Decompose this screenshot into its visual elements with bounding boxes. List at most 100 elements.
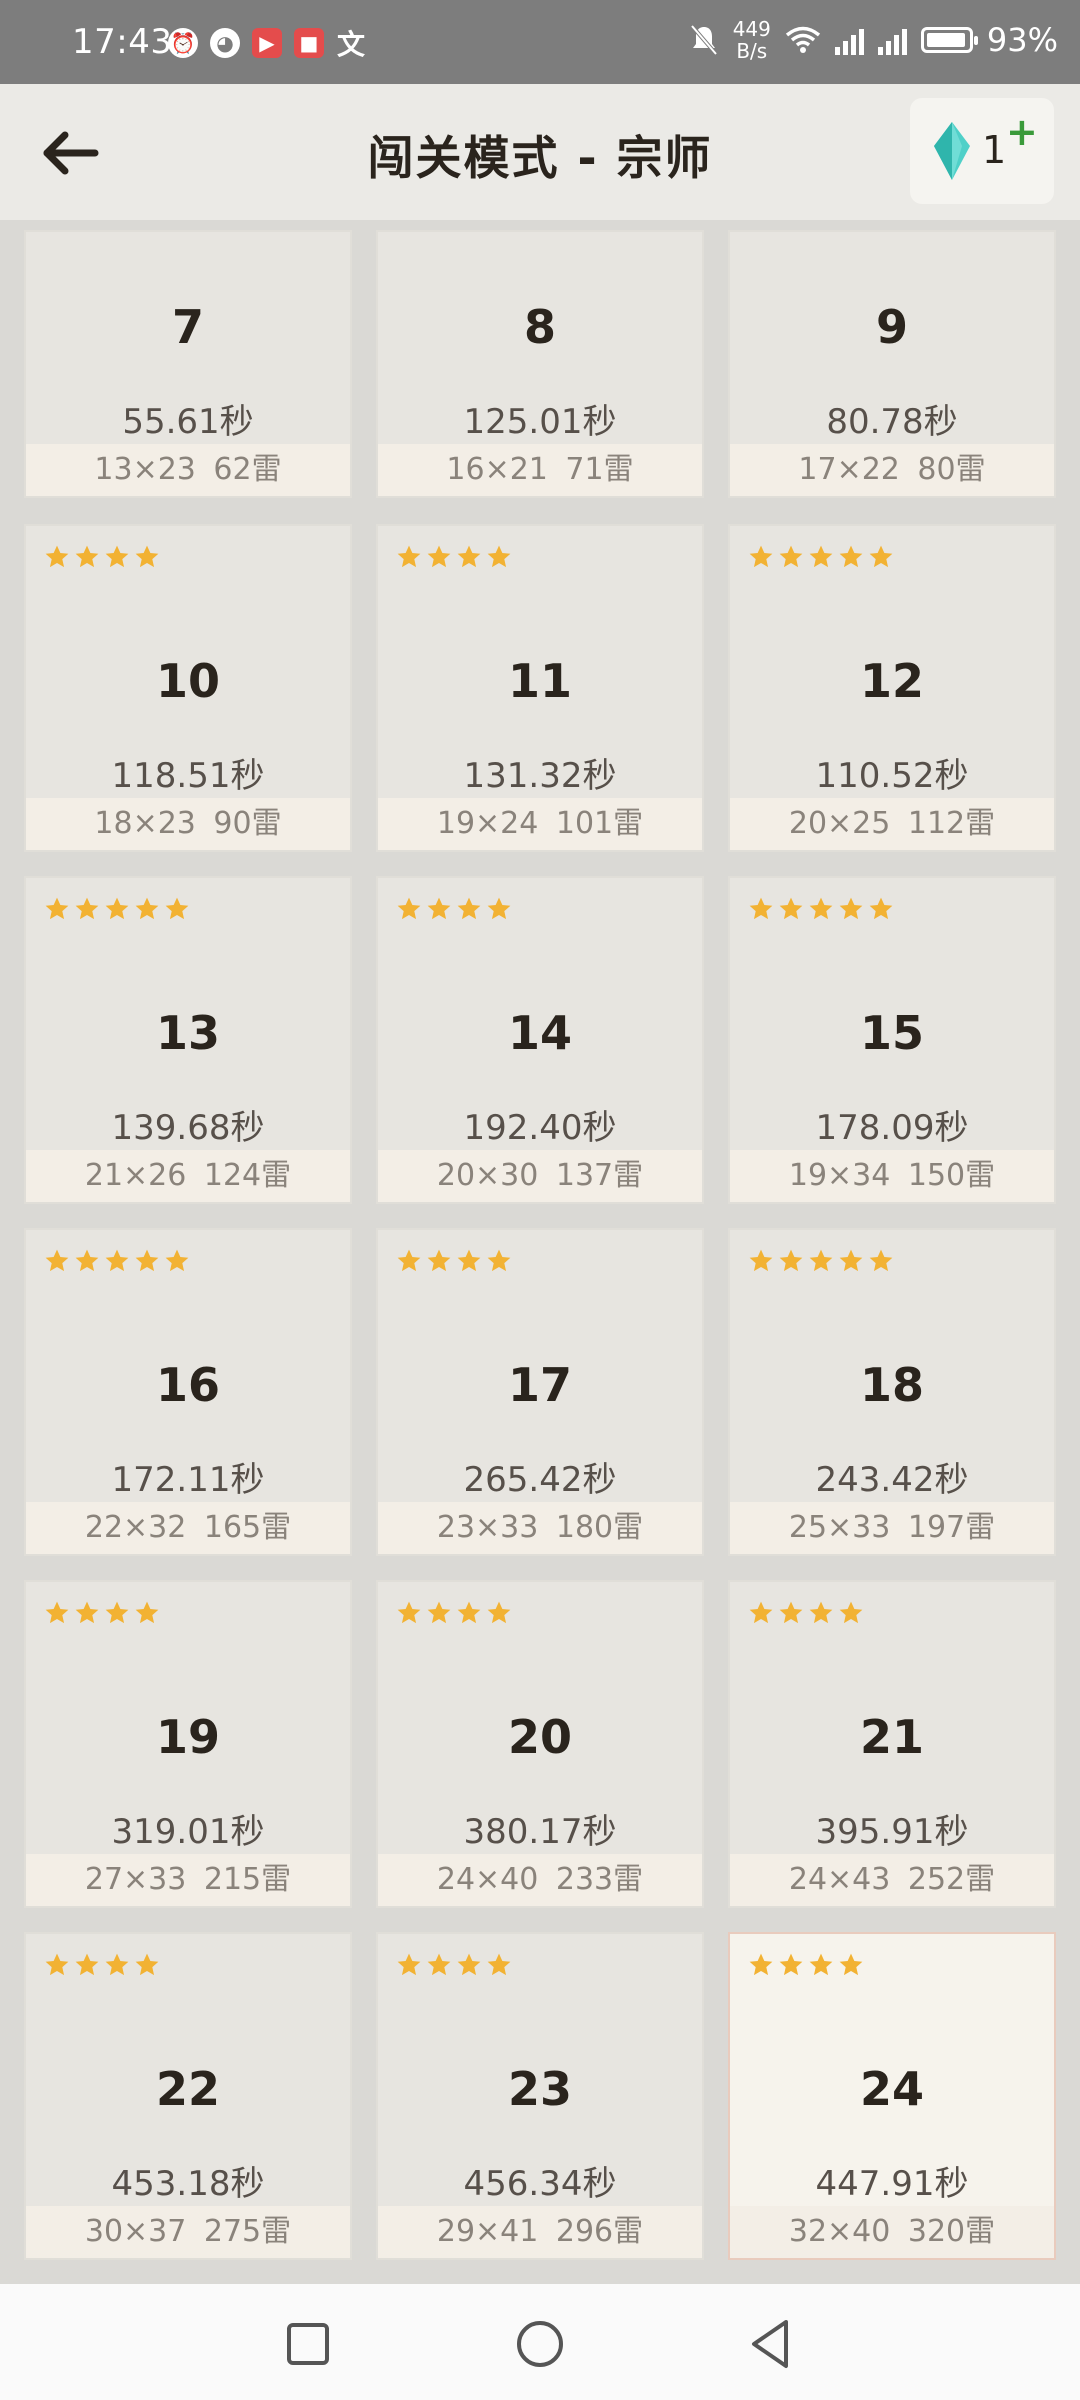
board-size-mines: 17×22 80雷 xyxy=(730,444,1054,496)
level-number: 9 xyxy=(875,300,908,354)
qq-icon: ◕ xyxy=(210,28,240,58)
level-card-8[interactable]: 8 125.01秒 16×21 71雷 xyxy=(376,230,704,498)
level-card-23[interactable]: 23 456.34秒 29×41 296雷 xyxy=(376,1932,704,2260)
board-size-mines: 25×33 197雷 xyxy=(730,1502,1054,1554)
home-circle-icon xyxy=(517,2321,563,2367)
best-time: 55.61秒 xyxy=(122,402,254,442)
signal-5g-icon xyxy=(877,25,907,55)
level-card-16[interactable]: 16 172.11秒 22×32 165雷 xyxy=(24,1228,352,1556)
best-time: 131.32秒 xyxy=(463,756,617,796)
star-icon xyxy=(427,1601,451,1624)
level-number: 14 xyxy=(507,1006,572,1060)
level-card-20[interactable]: 20 380.17秒 24×40 233雷 xyxy=(376,1580,704,1908)
star-icon xyxy=(749,1249,773,1272)
star-icon xyxy=(135,897,159,920)
star-icon xyxy=(45,1953,69,1976)
video-app-icon: ▶ xyxy=(252,28,282,58)
star-rating xyxy=(44,896,190,922)
best-time: 118.51秒 xyxy=(111,756,265,796)
star-icon xyxy=(457,545,481,568)
star-icon xyxy=(427,897,451,920)
board-size-mines: 22×32 165雷 xyxy=(26,1502,350,1554)
level-card-22[interactable]: 22 453.18秒 30×37 275雷 xyxy=(24,1932,352,2260)
board-size-mines: 20×30 137雷 xyxy=(378,1150,702,1202)
level-card-21[interactable]: 21 395.91秒 24×43 252雷 xyxy=(728,1580,1056,1908)
best-time: 80.78秒 xyxy=(826,402,958,442)
star-icon xyxy=(457,1601,481,1624)
star-icon xyxy=(75,1249,99,1272)
status-bar: 17:43 ⏰ ◕ ▶ ■ 文 449 B/s 93% xyxy=(0,0,1080,84)
board-size-mines: 32×40 320雷 xyxy=(730,2206,1054,2258)
star-icon xyxy=(45,1249,69,1272)
star-icon xyxy=(135,1953,159,1976)
gem-counter-button[interactable]: 1 + xyxy=(910,98,1054,204)
star-icon xyxy=(749,545,773,568)
level-card-15[interactable]: 15 178.09秒 19×34 150雷 xyxy=(728,876,1056,1204)
status-icons-right: 449 B/s 93% xyxy=(689,18,1058,62)
level-card-10[interactable]: 10 118.51秒 18×23 90雷 xyxy=(24,524,352,852)
star-icon xyxy=(749,1953,773,1976)
star-icon xyxy=(45,1601,69,1624)
star-icon xyxy=(779,1953,803,1976)
net-speed-value: 449 xyxy=(732,17,771,41)
board-size-mines: 24×40 233雷 xyxy=(378,1854,702,1906)
best-time: 243.42秒 xyxy=(815,1460,969,1500)
best-time: 380.17秒 xyxy=(463,1812,617,1852)
star-icon xyxy=(869,897,893,920)
level-number: 24 xyxy=(859,2062,924,2116)
star-icon xyxy=(839,1249,863,1272)
level-card-12[interactable]: 12 110.52秒 20×25 112雷 xyxy=(728,524,1056,852)
best-time: 395.91秒 xyxy=(815,1812,969,1852)
star-rating xyxy=(44,1600,160,1626)
best-time: 456.34秒 xyxy=(463,2164,617,2204)
star-icon xyxy=(75,1601,99,1624)
wifi-icon xyxy=(785,26,820,53)
system-nav-bar xyxy=(0,2284,1080,2400)
star-icon xyxy=(397,545,421,568)
star-icon xyxy=(427,545,451,568)
level-card-17[interactable]: 17 265.42秒 23×33 180雷 xyxy=(376,1228,704,1556)
level-card-9[interactable]: 9 80.78秒 17×22 80雷 xyxy=(728,230,1056,498)
level-number: 12 xyxy=(859,654,924,708)
level-number: 22 xyxy=(155,2062,220,2116)
battery-percent: 93% xyxy=(986,21,1058,59)
star-icon xyxy=(105,1249,129,1272)
back-triangle-icon xyxy=(752,2320,788,2368)
board-size-mines: 23×33 180雷 xyxy=(378,1502,702,1554)
star-icon xyxy=(75,1953,99,1976)
add-gem-icon[interactable]: + xyxy=(1006,110,1038,154)
star-rating xyxy=(748,1248,894,1274)
star-rating xyxy=(396,1600,512,1626)
board-size-mines: 21×26 124雷 xyxy=(26,1150,350,1202)
star-icon xyxy=(165,897,189,920)
level-card-13[interactable]: 13 139.68秒 21×26 124雷 xyxy=(24,876,352,1204)
board-size-mines: 13×23 62雷 xyxy=(26,444,350,496)
level-number: 10 xyxy=(155,654,220,708)
star-icon xyxy=(869,1249,893,1272)
app-header: 闯关模式 - 宗师 1 + xyxy=(0,84,1080,220)
level-card-18[interactable]: 18 243.42秒 25×33 197雷 xyxy=(728,1228,1056,1556)
star-icon xyxy=(457,1953,481,1976)
gem-icon xyxy=(934,122,970,180)
star-icon xyxy=(869,545,893,568)
level-number: 16 xyxy=(155,1358,220,1412)
home-button[interactable] xyxy=(510,2314,570,2374)
translate-icon: 文 xyxy=(336,28,365,61)
recents-button[interactable] xyxy=(278,2314,338,2374)
star-icon xyxy=(487,1249,511,1272)
level-card-19[interactable]: 19 319.01秒 27×33 215雷 xyxy=(24,1580,352,1908)
level-number: 13 xyxy=(155,1006,220,1060)
recents-square-icon xyxy=(287,2323,329,2365)
alarm-icon: ⏰ xyxy=(168,28,198,58)
level-number: 17 xyxy=(507,1358,572,1412)
nav-back-button[interactable] xyxy=(740,2314,800,2374)
level-card-11[interactable]: 11 131.32秒 19×24 101雷 xyxy=(376,524,704,852)
level-card-24[interactable]: 24 447.91秒 32×40 320雷 xyxy=(728,1932,1056,2260)
star-rating xyxy=(44,1952,160,1978)
star-icon xyxy=(45,897,69,920)
level-card-7[interactable]: 7 55.61秒 13×23 62雷 xyxy=(24,230,352,498)
gem-count: 1 xyxy=(982,128,1007,172)
level-card-14[interactable]: 14 192.40秒 20×30 137雷 xyxy=(376,876,704,1204)
level-number: 15 xyxy=(859,1006,924,1060)
star-icon xyxy=(839,545,863,568)
